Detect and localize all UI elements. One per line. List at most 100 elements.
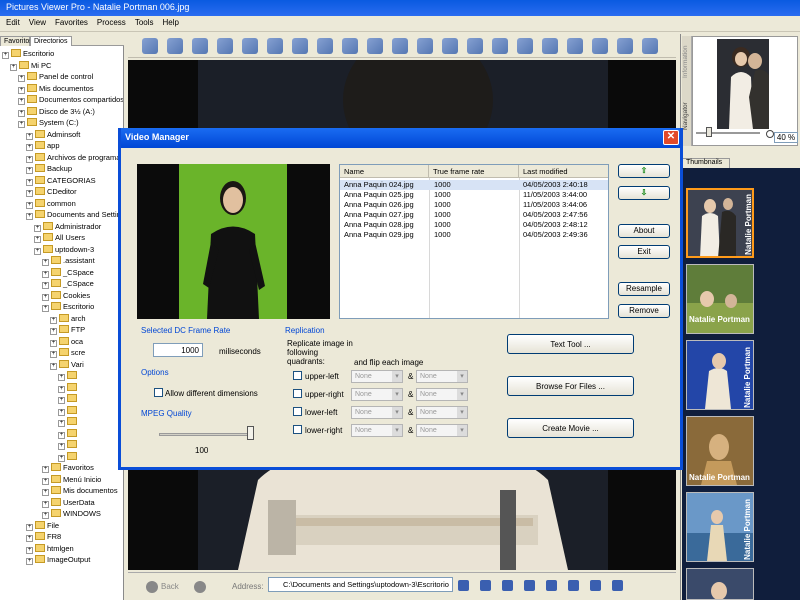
expand-icon[interactable]: + — [42, 293, 49, 301]
column-header-modified[interactable]: Last modified — [519, 165, 608, 178]
enhance-icon[interactable] — [467, 38, 483, 54]
expand-icon[interactable]: + — [58, 420, 65, 427]
paste-icon[interactable] — [192, 38, 208, 54]
tree-node[interactable]: + Cookies — [42, 290, 90, 301]
tree-node[interactable]: + Menú Inicio — [42, 474, 101, 485]
tree-node[interactable]: + .assistant — [42, 255, 95, 266]
zoom-in-icon[interactable] — [766, 130, 774, 138]
tree-node[interactable]: + — [58, 370, 79, 381]
tab-directories[interactable]: Directorios — [30, 36, 72, 46]
fit-icon[interactable] — [568, 580, 579, 591]
expand-icon[interactable]: + — [50, 328, 57, 335]
expand-icon[interactable]: + — [42, 500, 49, 508]
quadrant-flip-select[interactable]: None — [416, 388, 468, 401]
list-item[interactable]: Anna Paquin 028.jpg 1000 04/05/2003 2:48:1… — [340, 220, 608, 230]
tree-node[interactable]: + app — [26, 140, 60, 151]
expand-icon[interactable]: + — [58, 454, 65, 462]
zoom-icon[interactable] — [590, 580, 601, 591]
filter-icon[interactable] — [592, 38, 608, 54]
expand-icon[interactable]: + — [26, 201, 33, 209]
tree-node[interactable]: + — [58, 393, 79, 404]
forward-icon[interactable] — [194, 581, 206, 593]
flip-h-icon[interactable] — [317, 38, 333, 54]
expand-icon[interactable]: + — [50, 339, 57, 347]
quadrant-checkbox[interactable] — [293, 425, 302, 434]
expand-icon[interactable]: + — [26, 155, 33, 163]
expand-icon[interactable]: + — [58, 443, 65, 450]
address-field[interactable]: C:\Documents and Settings\uptodown-3\Esc… — [268, 577, 453, 592]
rotate-icon[interactable] — [242, 38, 258, 54]
tree-node[interactable]: + Adminsoft — [26, 129, 80, 140]
column-header-name[interactable]: Name — [340, 165, 429, 178]
tree-node[interactable]: + Mi PC — [10, 60, 51, 71]
create-movie-button[interactable]: Create Movie ... — [507, 418, 634, 438]
tree-node[interactable]: + All Users — [34, 232, 85, 243]
tree-node[interactable]: + Escritorio — [42, 301, 94, 312]
info-icon[interactable] — [642, 38, 658, 54]
back-icon[interactable] — [146, 581, 158, 593]
mpeg-slider-track[interactable] — [159, 433, 254, 436]
expand-icon[interactable]: + — [42, 270, 49, 278]
tree-node[interactable]: + htmlgen — [26, 543, 74, 554]
tree-node[interactable]: + _CSpace — [42, 267, 94, 278]
tree-node[interactable]: + FTP — [50, 324, 85, 335]
expand-icon[interactable]: + — [34, 236, 41, 243]
menu-item[interactable]: View — [29, 18, 46, 27]
move-up-button[interactable]: ⇧ — [618, 164, 670, 178]
quadrant-flip-select[interactable]: None — [416, 370, 468, 383]
refresh-icon[interactable] — [392, 38, 408, 54]
expand-icon[interactable]: + — [50, 362, 57, 370]
expand-icon[interactable]: + — [58, 374, 65, 381]
flip-v-icon[interactable] — [342, 38, 358, 54]
list-item[interactable]: Anna Paquin 025.jpg 1000 11/05/2003 3:44:0… — [340, 190, 608, 200]
allow-dimensions-checkbox[interactable] — [154, 388, 163, 397]
print-icon[interactable] — [542, 38, 558, 54]
tree-node[interactable]: + Panel de control — [18, 71, 93, 82]
tree-node[interactable]: + CDeditor — [26, 186, 77, 197]
expand-icon[interactable]: + — [26, 535, 33, 542]
tree-node[interactable]: + — [58, 405, 79, 416]
expand-icon[interactable]: + — [18, 86, 25, 94]
scissors-icon[interactable] — [142, 38, 158, 54]
thumbnail[interactable]: Natalie Portman — [686, 264, 754, 334]
expand-icon[interactable]: + — [42, 477, 49, 485]
tab-favorites[interactable]: Favoritos — [0, 36, 33, 46]
tree-node[interactable]: + FR8 — [26, 531, 61, 542]
tab-thumbnails[interactable]: Thumbnails — [682, 158, 730, 168]
tree-node[interactable]: + — [58, 382, 79, 393]
tree-node[interactable]: + ImageOutput — [26, 554, 90, 565]
list-item[interactable]: Anna Paquin 029.jpg 1000 04/05/2003 2:49:3… — [340, 230, 608, 240]
tree-node[interactable]: + common — [26, 198, 76, 209]
expand-icon[interactable]: + — [26, 167, 33, 174]
tree-node[interactable]: + Escritorio — [2, 48, 54, 59]
exit-button[interactable]: Exit — [618, 245, 670, 259]
tree-node[interactable]: + File — [26, 520, 59, 531]
slideshow-icon[interactable] — [546, 580, 557, 591]
column-header-rate[interactable]: True frame rate — [429, 165, 519, 178]
expand-icon[interactable]: + — [50, 351, 57, 358]
expand-icon[interactable]: + — [26, 178, 33, 186]
expand-icon[interactable]: + — [18, 75, 25, 82]
expand-icon[interactable]: + — [58, 408, 65, 416]
file-list[interactable]: Name True frame rate Last modified Anna … — [339, 164, 609, 319]
quadrant-checkbox[interactable] — [293, 389, 302, 398]
expand-icon[interactable]: + — [18, 109, 25, 117]
expand-icon[interactable]: + — [26, 132, 33, 140]
thumbnail[interactable] — [686, 568, 754, 600]
remove-button[interactable]: Remove — [618, 304, 670, 318]
thumbnail[interactable]: Natalie Portman — [686, 416, 754, 486]
menu-item[interactable]: Tools — [135, 18, 154, 27]
tree-node[interactable]: + WINDOWS — [42, 508, 101, 519]
quadrant-source-select[interactable]: None — [351, 370, 403, 383]
expand-icon[interactable]: + — [2, 52, 9, 59]
tree-node[interactable]: + Favoritos — [42, 462, 94, 473]
tab-information[interactable]: Information — [682, 36, 692, 88]
text-tool-button[interactable]: Text Tool ... — [507, 334, 634, 354]
menu-item[interactable]: Favorites — [55, 18, 88, 27]
expand-icon[interactable]: + — [18, 121, 25, 128]
frame-rate-input[interactable]: 1000 — [153, 343, 203, 357]
menu-item[interactable]: Help — [163, 18, 179, 27]
thumbnail-selected[interactable]: Natalie Portman — [686, 188, 754, 258]
resize-icon[interactable] — [367, 38, 383, 54]
expand-icon[interactable]: + — [10, 63, 17, 71]
